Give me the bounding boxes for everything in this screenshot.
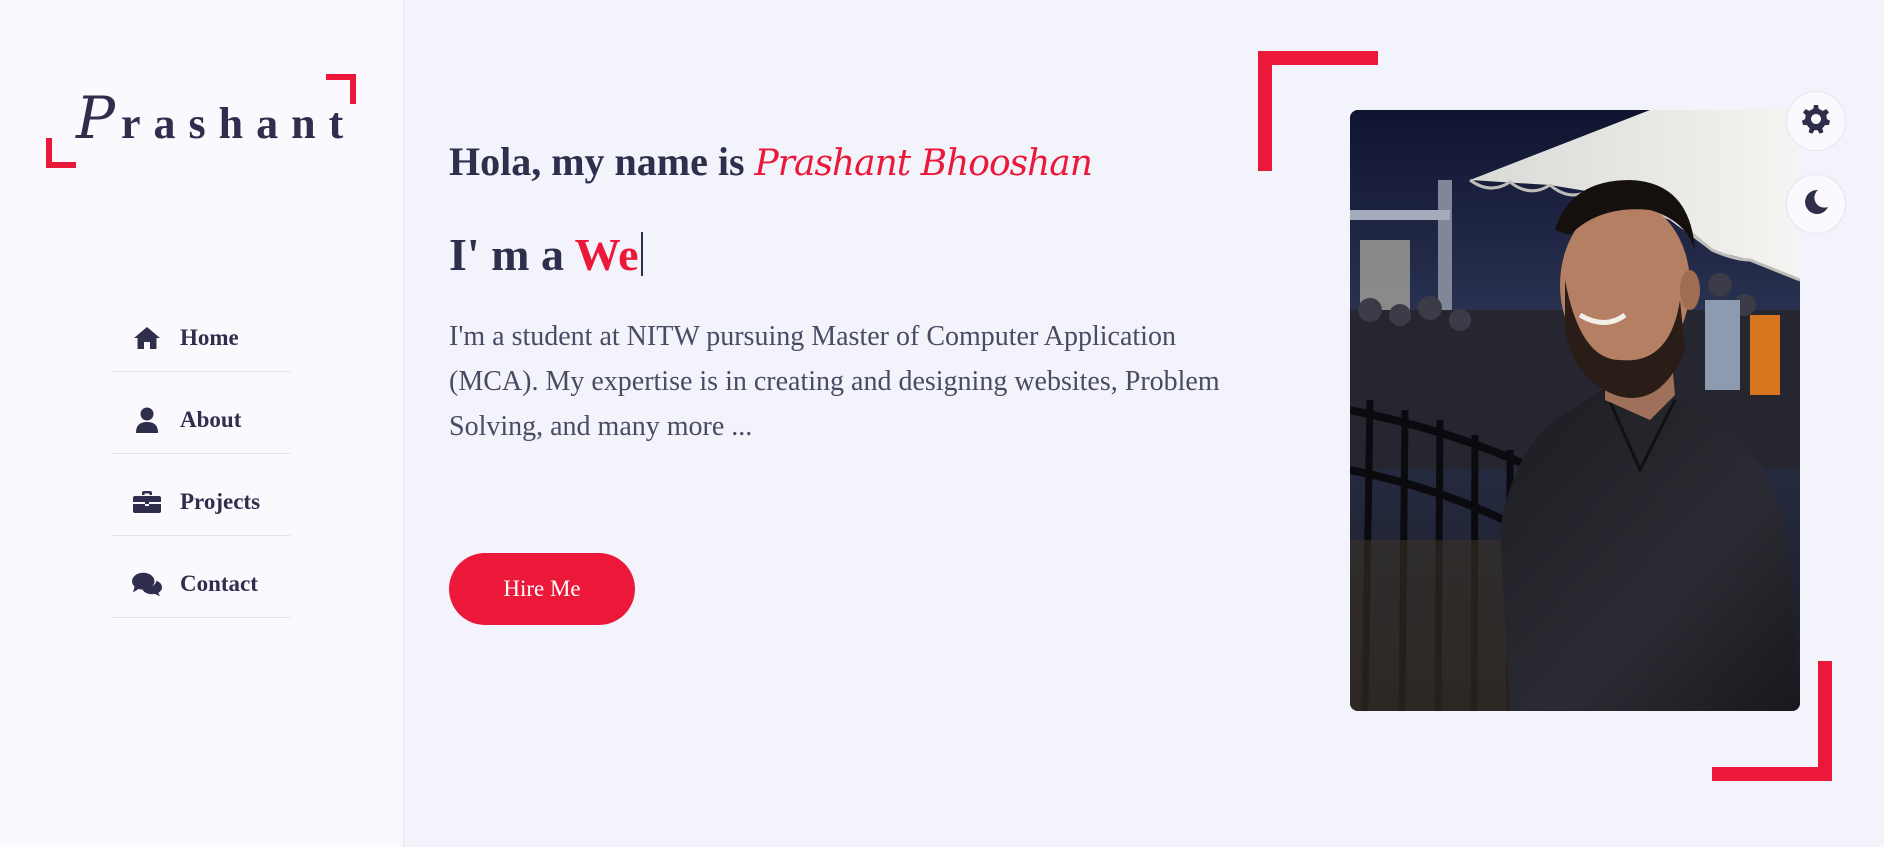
logo-rest: rashant xyxy=(121,99,357,148)
role-typed-text: We xyxy=(574,229,639,280)
nav-item-about[interactable]: About xyxy=(112,372,290,454)
intro-paragraph: I'm a student at NITW pursuing Master of… xyxy=(449,321,1220,442)
hire-me-button[interactable]: Hire Me xyxy=(449,553,635,625)
nav-item-projects[interactable]: Projects xyxy=(112,454,290,536)
profile-photo xyxy=(1350,110,1800,711)
nav-item-projects-label: Projects xyxy=(180,488,261,514)
greeting-heading: Hola, my name is Prashant Bhooshan xyxy=(449,138,1093,185)
nav-item-home-label: Home xyxy=(180,324,239,350)
nav-item-contact[interactable]: Contact xyxy=(112,536,290,618)
moon-icon xyxy=(1803,189,1829,220)
style-switcher-button[interactable] xyxy=(1786,91,1846,151)
user-icon xyxy=(132,407,162,433)
briefcase-icon xyxy=(132,489,162,515)
typing-cursor xyxy=(640,232,643,276)
logo-first-letter: P xyxy=(76,84,122,152)
logo[interactable]: Prashant xyxy=(46,74,356,168)
comments-icon xyxy=(132,571,162,597)
nav-item-home[interactable]: Home xyxy=(112,290,290,372)
home-icon xyxy=(132,325,162,351)
nav-menu: Home About Projects Contact xyxy=(112,290,290,618)
greeting-name: Prashant Bhooshan xyxy=(754,143,1093,184)
role-prefix: I' m a xyxy=(449,229,564,280)
theme-toggle-button[interactable] xyxy=(1786,174,1846,234)
nav-item-contact-label: Contact xyxy=(180,570,258,596)
logo-corner-bottom-left xyxy=(46,138,76,168)
gear-icon xyxy=(1801,104,1831,139)
greeting-prefix: Hola, my name is xyxy=(449,139,745,184)
nav-item-about-label: About xyxy=(180,406,242,432)
role-heading: I' m a We xyxy=(449,228,643,281)
sidebar: Prashant Home About Projects Contact xyxy=(0,0,404,847)
logo-text: Prashant xyxy=(76,84,356,152)
